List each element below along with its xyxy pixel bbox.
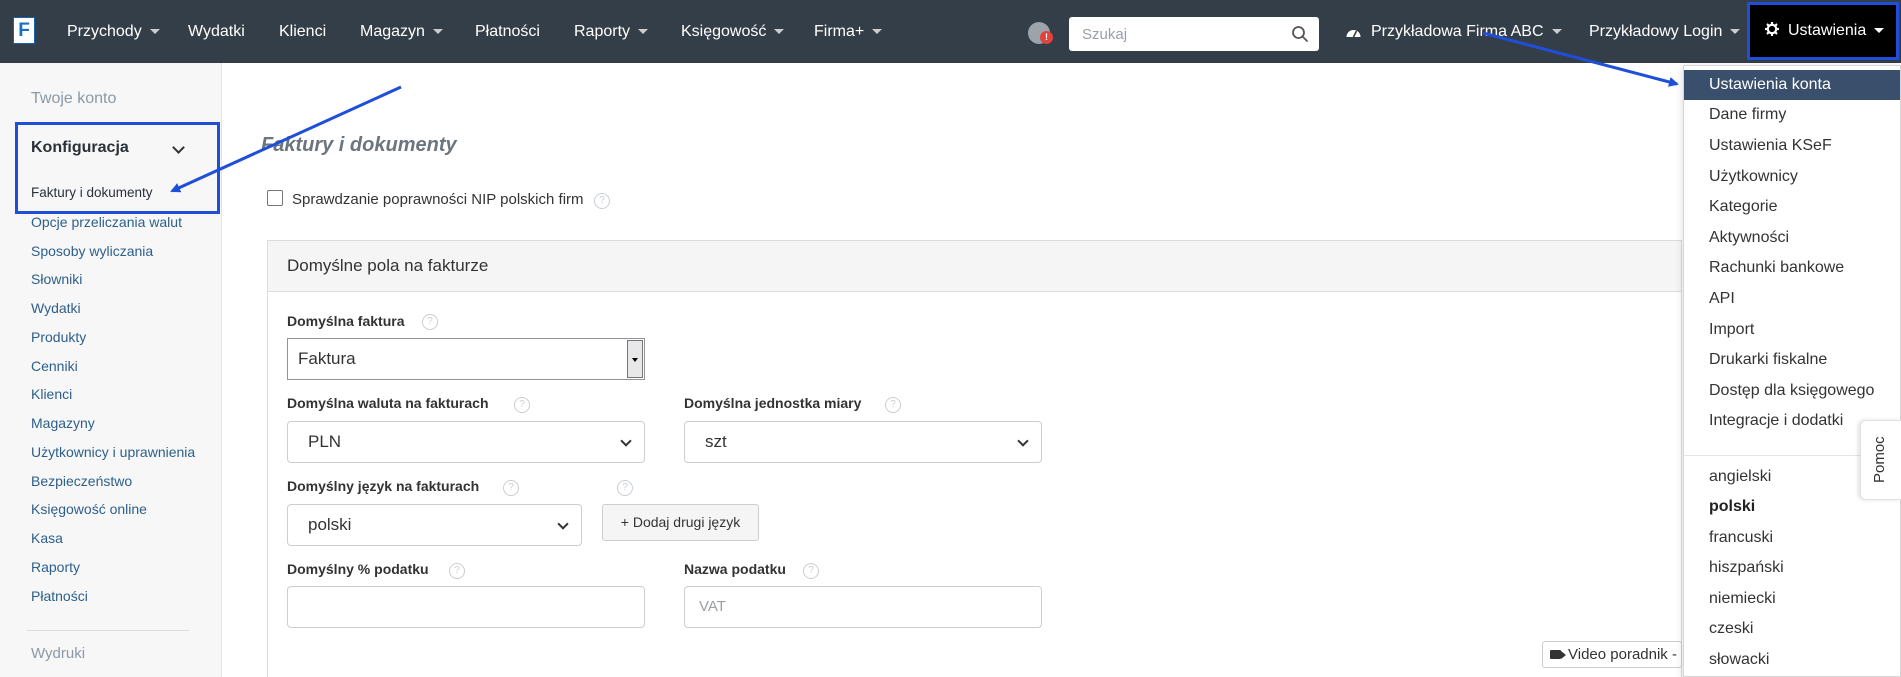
help-icon[interactable]: ?	[803, 563, 819, 579]
default-invoice-label: Domyślna faktura	[287, 313, 405, 329]
nav-wydatki[interactable]: Wydatki	[188, 0, 245, 63]
menu-item-api[interactable]: API	[1684, 284, 1900, 314]
sidebar-item-online-accounting[interactable]: Księgowość online	[31, 501, 147, 517]
default-tax-label: Domyślny % podatku	[287, 561, 429, 577]
nav-magazyn[interactable]: Magazyn	[360, 0, 443, 63]
nav-firma-plus[interactable]: Firma+	[814, 0, 883, 63]
help-icon[interactable]: ?	[594, 193, 610, 209]
page-title: Faktury i dokumenty	[261, 134, 457, 156]
sidebar-item-expenses[interactable]: Wydatki	[31, 300, 81, 316]
menu-item-fiscal-printers[interactable]: Drukarki fiskalne	[1684, 345, 1900, 375]
language-option-slovak[interactable]: słowacki	[1684, 645, 1900, 675]
chevron-down-icon	[638, 29, 649, 35]
help-icon[interactable]: ?	[503, 480, 519, 496]
sidebar-item-products[interactable]: Produkty	[31, 329, 86, 345]
sidebar-item-clients[interactable]: Klienci	[31, 386, 72, 402]
help-icon[interactable]: ?	[514, 397, 530, 413]
sidebar-item-prints[interactable]: Wydruki	[31, 645, 85, 662]
default-unit-select[interactable]: szt	[684, 421, 1042, 463]
settings-dropdown-menu: Ustawienia konta Dane firmy Ustawienia K…	[1683, 65, 1901, 677]
user-menu[interactable]: Przykładowy Login	[1589, 0, 1741, 63]
sidebar-item-reports[interactable]: Raporty	[31, 559, 80, 575]
help-icon[interactable]: ?	[449, 563, 465, 579]
dropdown-arrow-icon[interactable]	[627, 340, 643, 378]
video-camera-icon	[1550, 650, 1561, 659]
chevron-down-icon	[557, 518, 569, 530]
search-icon[interactable]	[1291, 25, 1309, 43]
chevron-down-icon	[774, 29, 785, 35]
help-icon[interactable]: ?	[885, 397, 901, 413]
default-language-select[interactable]: polski	[287, 504, 582, 546]
help-icon[interactable]: ?	[422, 314, 438, 330]
menu-item-activities[interactable]: Aktywności	[1684, 223, 1900, 253]
company-switcher[interactable]: Przykładowa Firma ABC	[1345, 0, 1562, 63]
menu-item-bank-accounts[interactable]: Rachunki bankowe	[1684, 253, 1900, 283]
sidebar-item-cash[interactable]: Kasa	[31, 530, 63, 546]
sidebar-divider	[27, 630, 189, 631]
gear-icon	[1764, 21, 1780, 37]
panel-title: Domyślne pola na fakturze	[287, 256, 489, 275]
top-navbar: F Przychody Wydatki Klienci Magazyn Płat…	[0, 0, 1901, 63]
menu-item-categories[interactable]: Kategorie	[1684, 192, 1900, 222]
sidebar-item-security[interactable]: Bezpieczeństwo	[31, 473, 132, 489]
default-language-label: Domyślny język na fakturach	[287, 478, 480, 494]
annotation-highlight-box	[15, 122, 220, 214]
default-unit-label: Domyślna jednostka miary	[684, 395, 862, 411]
search-box	[1069, 17, 1319, 51]
chevron-down-icon	[149, 29, 160, 35]
menu-item-accountant-access[interactable]: Dostęp dla księgowego	[1684, 376, 1900, 406]
sidebar-item-warehouses[interactable]: Magazyny	[31, 415, 95, 431]
default-tax-input[interactable]	[287, 586, 645, 628]
nav-klienci[interactable]: Klienci	[279, 0, 326, 63]
sidebar-item-users-permissions[interactable]: Użytkownicy i uprawnienia	[31, 444, 195, 460]
menu-item-import[interactable]: Import	[1684, 315, 1900, 345]
default-currency-select[interactable]: PLN	[287, 421, 645, 463]
menu-item-account-settings[interactable]: Ustawienia konta	[1684, 70, 1900, 100]
settings-button[interactable]: Ustawienia	[1747, 2, 1899, 60]
nip-check-checkbox[interactable]	[267, 190, 283, 206]
tax-name-input[interactable]: VAT	[684, 586, 1042, 628]
sidebar-item-calculation[interactable]: Sposoby wyliczania	[31, 243, 153, 259]
help-side-tab[interactable]: Pomoc	[1860, 420, 1901, 500]
notifications-icon[interactable]: !	[1028, 22, 1053, 44]
sidebar-item-dictionaries[interactable]: Słowniki	[31, 271, 82, 287]
menu-item-company-data[interactable]: Dane firmy	[1684, 100, 1900, 130]
chevron-down-icon	[1551, 29, 1562, 35]
add-second-language-button[interactable]: + Dodaj drugi język	[602, 504, 759, 541]
sidebar-item-price-lists[interactable]: Cenniki	[31, 358, 78, 374]
default-invoice-select[interactable]: Faktura	[287, 338, 645, 380]
help-icon[interactable]: ?	[617, 480, 633, 496]
chevron-down-icon	[620, 435, 632, 447]
dashboard-icon	[1346, 29, 1361, 38]
notification-badge: !	[1040, 31, 1053, 44]
default-currency-label: Domyślna waluta na fakturach	[287, 395, 489, 411]
nip-check-label: Sprawdzanie poprawności NIP polskich fir…	[292, 191, 584, 208]
sidebar-item-payments[interactable]: Płatności	[31, 588, 88, 604]
sidebar-item-account[interactable]: Twoje konto	[31, 90, 116, 108]
chevron-down-icon	[1730, 29, 1741, 35]
panel-header: Domyślne pola na fakturze	[268, 241, 1681, 292]
tax-name-label: Nazwa podatku	[684, 561, 786, 577]
nav-ksiegowosc[interactable]: Księgowość	[681, 0, 785, 63]
language-option-czech[interactable]: czeski	[1684, 614, 1900, 644]
chevron-down-icon	[432, 29, 443, 35]
chevron-down-icon	[1017, 435, 1029, 447]
chevron-down-icon	[1874, 28, 1885, 34]
language-option-french[interactable]: francuski	[1684, 523, 1900, 553]
menu-item-ksef-settings[interactable]: Ustawienia KSeF	[1684, 131, 1900, 161]
nav-raporty[interactable]: Raporty	[574, 0, 649, 63]
chevron-down-icon	[872, 29, 883, 35]
video-tutorial-button[interactable]: Video poradnik - I	[1542, 641, 1682, 668]
nav-platnosci[interactable]: Płatności	[475, 0, 540, 63]
app-logo[interactable]: F	[13, 17, 35, 44]
search-input[interactable]	[1069, 17, 1284, 51]
nav-przychody[interactable]: Przychody	[67, 0, 160, 63]
menu-item-users[interactable]: Użytkownicy	[1684, 162, 1900, 192]
sidebar-item-currency-options[interactable]: Opcje przeliczania walut	[31, 214, 182, 230]
language-option-spanish[interactable]: hiszpański	[1684, 553, 1900, 583]
language-option-german[interactable]: niemiecki	[1684, 584, 1900, 614]
